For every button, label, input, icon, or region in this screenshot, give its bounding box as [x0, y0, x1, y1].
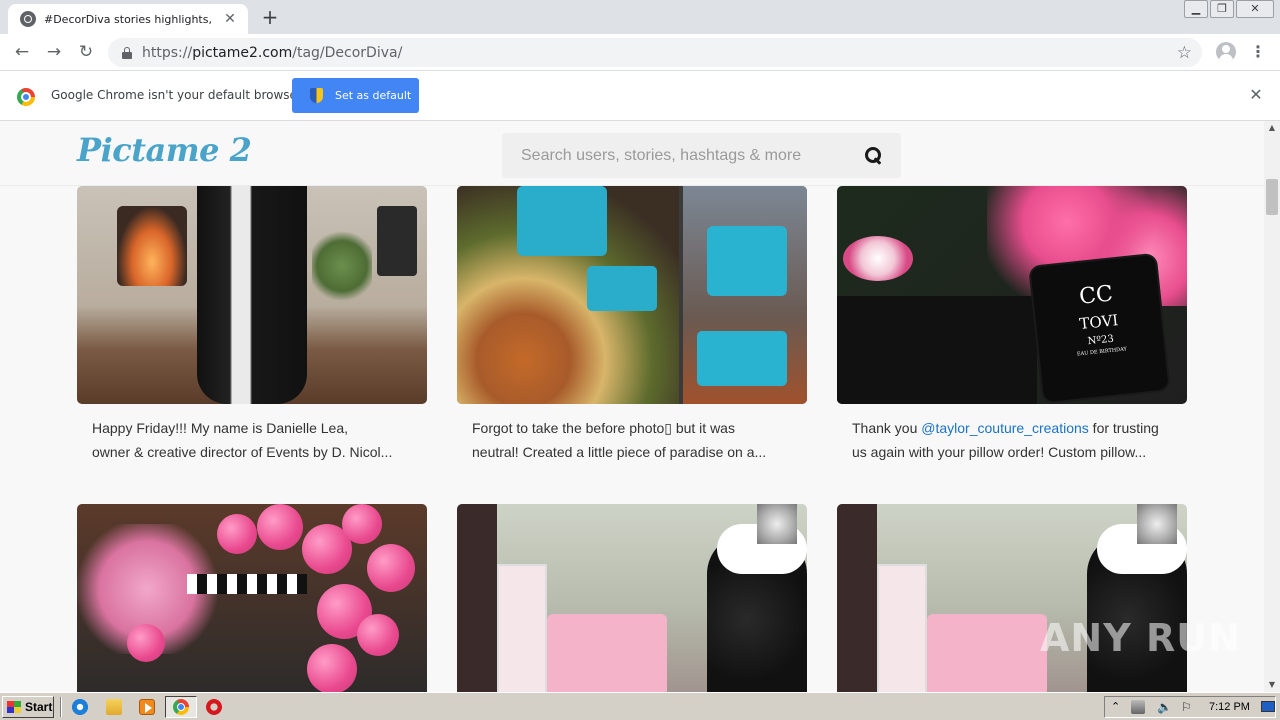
network-icon[interactable] — [1131, 700, 1145, 714]
caption-line: Happy Friday!!! My name is Danielle Lea, — [92, 420, 348, 436]
taskbar-separator — [60, 697, 62, 717]
browser-tab[interactable]: #DecorDiva stories highlights, photos ✕ — [8, 4, 248, 34]
system-tray: ⌃ 🔈 ⚐ 7:12 PM — [1104, 696, 1276, 718]
window-controls: ▁ ❐ ✕ — [1184, 0, 1274, 18]
taskbar-clock[interactable]: 7:12 PM — [1209, 701, 1250, 713]
action-center-flag-icon[interactable]: ⚐ — [1181, 700, 1195, 714]
start-button[interactable]: Start — [2, 696, 54, 718]
post-image[interactable] — [77, 186, 427, 404]
address-bar[interactable]: https://pictame2.com/tag/DecorDiva/ ☆ — [108, 38, 1202, 67]
window-close-button[interactable]: ✕ — [1236, 0, 1274, 18]
post-caption[interactable]: Happy Friday!!! My name is Danielle Lea,… — [92, 416, 417, 464]
post-caption[interactable]: Thank you @taylor_couture_creations for … — [852, 416, 1177, 464]
post-image[interactable]: CC TOVI Nº23 EAU DE BIRTHDAY — [837, 186, 1187, 404]
tab-title: #DecorDiva stories highlights, photos — [44, 12, 216, 26]
windows-logo-icon — [7, 701, 21, 713]
post-image[interactable] — [457, 504, 807, 692]
post-caption[interactable]: Forgot to take the before photo▯ but it … — [472, 416, 797, 464]
scroll-down-arrow-icon[interactable]: ▼ — [1264, 678, 1280, 692]
new-tab-button[interactable]: + — [258, 6, 282, 30]
bookmark-star-icon[interactable]: ☆ — [1177, 43, 1192, 63]
page-viewport: Pictame 2 Happy Friday!!! My name is Dan… — [0, 121, 1264, 692]
caption-line: Thank you @taylor_couture_creations for … — [852, 416, 1177, 440]
back-button[interactable]: ← — [10, 40, 34, 64]
scroll-up-arrow-icon[interactable]: ▲ — [1264, 121, 1280, 135]
post-image[interactable] — [837, 504, 1187, 692]
page-scrollbar[interactable]: ▲ ▼ — [1264, 121, 1280, 692]
post-image[interactable] — [77, 504, 427, 692]
url-scheme: https:// — [142, 44, 193, 61]
windows-taskbar: Start ⌃ 🔈 ⚐ 7:12 PM — [0, 692, 1280, 720]
show-desktop-icon[interactable] — [1261, 701, 1275, 712]
media-player-icon[interactable] — [139, 699, 155, 715]
caption-line: us again with your pillow order! Custom … — [852, 444, 1147, 460]
file-explorer-icon[interactable] — [106, 699, 122, 715]
uac-shield-icon — [310, 88, 323, 103]
caption-line: Forgot to take the before photo▯ but it … — [472, 420, 735, 436]
tab-close-icon[interactable]: ✕ — [222, 11, 238, 27]
pillow-graphic: CC TOVI Nº23 EAU DE BIRTHDAY — [1030, 254, 1169, 403]
infobar-message: Google Chrome isn't your default browser — [51, 88, 302, 102]
tray-expand-icon[interactable]: ⌃ — [1111, 700, 1120, 713]
scroll-thumb[interactable] — [1266, 179, 1278, 215]
caption-line: neutral! Created a little piece of parad… — [472, 444, 767, 460]
internet-explorer-icon[interactable] — [72, 699, 88, 715]
search-icon[interactable] — [865, 147, 883, 165]
search-input[interactable] — [502, 133, 852, 178]
start-label: Start — [25, 700, 53, 714]
infobar-close-icon[interactable]: ✕ — [1246, 85, 1266, 105]
minimize-button[interactable]: ▁ — [1184, 0, 1208, 18]
chrome-icon — [173, 699, 189, 715]
profile-avatar-icon[interactable] — [1216, 42, 1236, 62]
chrome-logo-icon — [17, 88, 35, 106]
restore-button[interactable]: ❐ — [1210, 0, 1234, 18]
opera-icon[interactable] — [206, 699, 222, 715]
set-as-default-button[interactable]: Set as default — [292, 78, 419, 113]
user-mention-link[interactable]: @taylor_couture_creations — [921, 420, 1089, 436]
forward-button[interactable]: → — [42, 40, 66, 64]
caption-prefix: Thank you — [852, 420, 922, 436]
url-host: pictame2.com — [192, 44, 293, 61]
lock-icon[interactable] — [122, 46, 132, 59]
site-logo[interactable]: Pictame 2 — [77, 131, 252, 169]
caption-suffix: for trusting — [1088, 420, 1159, 436]
default-browser-infobar: Google Chrome isn't your default browser… — [0, 71, 1280, 121]
site-header: Pictame 2 — [0, 121, 1264, 186]
anyrun-watermark: ANY RUN — [1040, 616, 1241, 660]
taskbar-chrome-button[interactable] — [165, 696, 197, 718]
chrome-menu-icon[interactable]: ⋮ — [1248, 40, 1268, 64]
site-favicon-icon — [20, 11, 36, 27]
url-text[interactable]: https://pictame2.com/tag/DecorDiva/ — [142, 45, 1177, 61]
browser-tabstrip: #DecorDiva stories highlights, photos ✕ … — [0, 0, 1280, 34]
search-box — [502, 133, 901, 178]
volume-icon[interactable]: 🔈 — [1157, 700, 1172, 714]
browser-toolbar: ← → ↻ https://pictame2.com/tag/DecorDiva… — [0, 34, 1280, 71]
reload-button[interactable]: ↻ — [74, 40, 98, 64]
url-path: /tag/DecorDiva/ — [292, 44, 403, 61]
post-image[interactable] — [457, 186, 807, 404]
caption-line: owner & creative director of Events by D… — [92, 444, 393, 460]
set-as-default-label: Set as default — [335, 89, 412, 102]
